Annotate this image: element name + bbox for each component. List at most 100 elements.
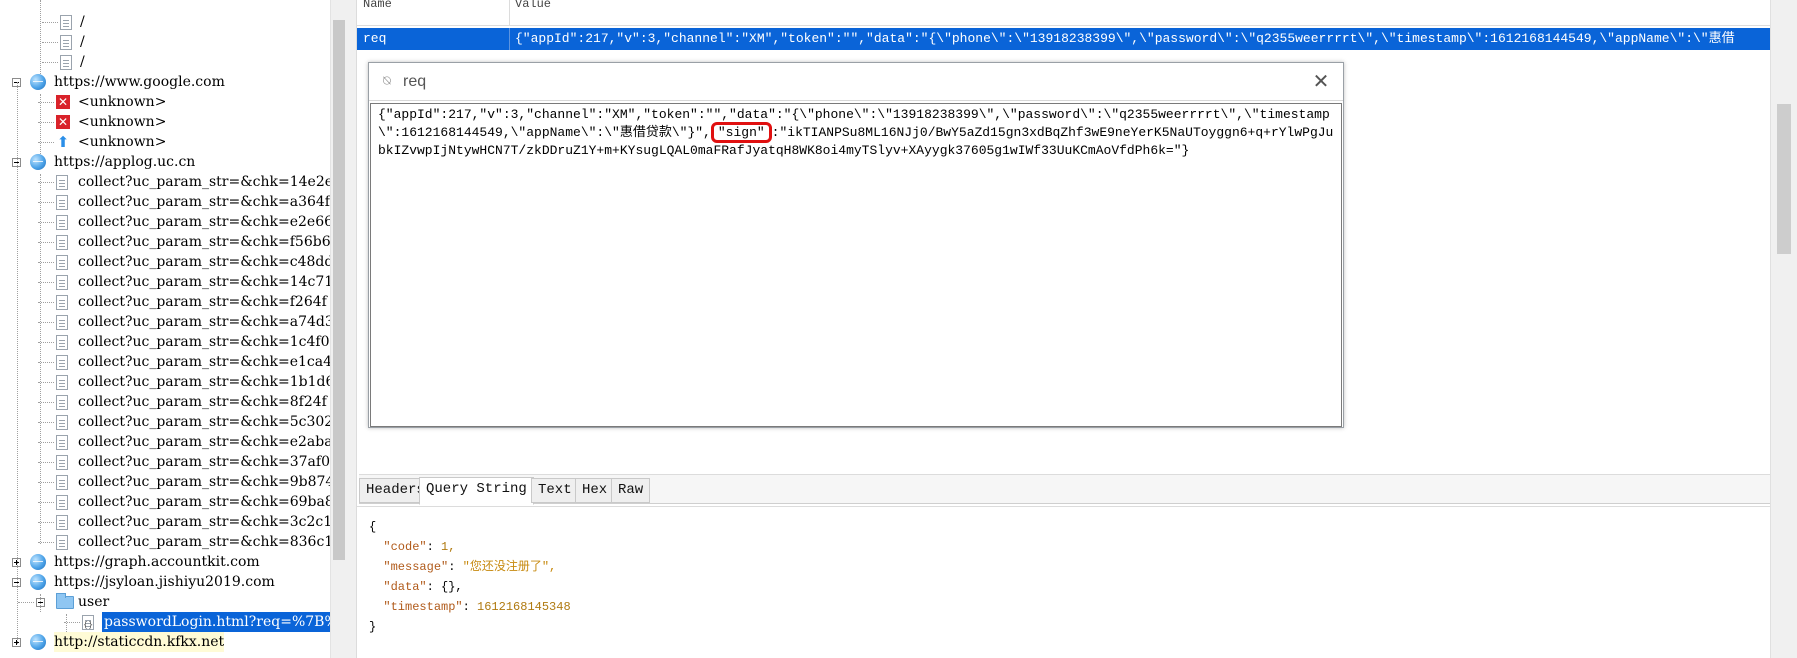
tree-item[interactable]: ✕ <unknown> (0, 112, 330, 132)
error-icon: ✕ (56, 115, 70, 129)
tree-host-node[interactable]: https://jsyloan.jishiyu2019.com (0, 572, 330, 592)
folder-icon (56, 593, 74, 609)
grid-header-name[interactable]: Name (363, 0, 392, 24)
tree-item-label: <unknown> (78, 134, 167, 150)
dialog-titlebar[interactable]: ⍉ req ✕ (369, 63, 1343, 101)
tree-item-label: http://staticcdn.kfkx.net (54, 632, 225, 652)
json-close-brace: } (369, 620, 377, 634)
json-value-timestamp: 1612168145348 (477, 600, 571, 614)
tree-item-label: https://jsyloan.jishiyu2019.com (54, 574, 275, 590)
tree-item-label: collect?uc_param_str=&chk=e2aba (78, 434, 330, 450)
tree-guide-line (40, 174, 41, 544)
tree-item[interactable]: passwordLogin.html?req=%7B%2 (0, 612, 330, 635)
tree-item[interactable]: user (0, 592, 330, 612)
tree-item[interactable]: collect?uc_param_str=&chk=f264f (0, 292, 330, 312)
tree-item[interactable]: collect?uc_param_str=&chk=8f24f (0, 392, 330, 412)
tab-query-string[interactable]: Query String (419, 477, 534, 505)
tree-item[interactable]: ⬆ <unknown> (0, 132, 330, 152)
tree-host-node[interactable]: https://graph.accountkit.com (0, 552, 330, 572)
document-icon (56, 475, 68, 490)
dialog-text-area[interactable]: {"appId":217,"v":3,"channel":"XM","token… (370, 103, 1342, 427)
document-icon (56, 295, 68, 310)
tree-item[interactable]: ✕ <unknown> (0, 92, 330, 112)
tree-item-label: collect?uc_param_str=&chk=9b874 (78, 474, 330, 490)
tree-item-label: collect?uc_param_str=&chk=14e2e (78, 174, 330, 190)
globe-icon (30, 74, 46, 90)
tree-host-node[interactable]: http://staticcdn.kfkx.net (0, 632, 330, 652)
tree-item[interactable]: collect?uc_param_str=&chk=3c2c1 (0, 512, 330, 532)
tree-item[interactable]: collect?uc_param_str=&chk=37af0 (0, 452, 330, 472)
document-icon (56, 375, 68, 390)
tree-connector (42, 62, 58, 63)
tree-host-node[interactable]: https://www.google.com (0, 72, 330, 92)
json-key-timestamp: "timestamp" (383, 600, 463, 614)
json-key-code: "code" (383, 540, 427, 554)
session-tree: / / / https://www.google.com ✕ <unknown> ✕ <unk… (0, 0, 330, 658)
tree-item[interactable]: collect?uc_param_str=&chk=1c4f0 (0, 332, 330, 352)
tree-item[interactable]: collect?uc_param_str=&chk=69ba8 (0, 492, 330, 512)
tree-item[interactable]: collect?uc_param_str=&chk=a364f (0, 192, 330, 212)
tree-item-label: collect?uc_param_str=&chk=1b1d6 (78, 374, 330, 390)
document-icon (56, 275, 68, 290)
tree-item[interactable]: collect?uc_param_str=&chk=e1ca4 (0, 352, 330, 372)
json-value-message: "您还没注册了", (462, 560, 557, 574)
tree-guide-line (40, 0, 41, 74)
value-viewer-dialog: ⍉ req ✕ {"appId":217,"v":3,"channel":"XM… (368, 62, 1344, 428)
inspector-scrollbar[interactable] (1770, 0, 1797, 658)
tree-item-label: collect?uc_param_str=&chk=3c2c1 (78, 514, 330, 530)
tree-item[interactable]: collect?uc_param_str=&chk=5c302 (0, 412, 330, 432)
tree-item[interactable]: collect?uc_param_str=&chk=836c1 (0, 532, 330, 552)
grid-column-divider[interactable] (509, 0, 510, 26)
dialog-title: req (403, 73, 427, 90)
tab-hex[interactable]: Hex (575, 478, 615, 503)
close-icon[interactable]: ✕ (1311, 71, 1331, 91)
tree-item-label: https://graph.accountkit.com (54, 554, 260, 570)
pane-splitter[interactable] (347, 0, 357, 658)
inspector-scrollbar-thumb[interactable] (1777, 104, 1791, 254)
tree-item-label: https://www.google.com (54, 74, 225, 90)
tree-item-label: collect?uc_param_str=&chk=14c71 (78, 274, 330, 290)
globe-icon (30, 634, 46, 650)
tree-item[interactable]: collect?uc_param_str=&chk=c48dd (0, 252, 330, 272)
grid-header-value[interactable]: Value (515, 0, 551, 24)
tree-item[interactable]: collect?uc_param_str=&chk=9b874 (0, 472, 330, 492)
json-value-data: {}, (441, 580, 463, 594)
tree-item-label: collect?uc_param_str=&chk=5c302 (78, 414, 330, 430)
sign-key-highlight: "sign" (710, 122, 772, 143)
json-key-message: "message" (383, 560, 449, 574)
tab-text[interactable]: Text (531, 478, 579, 503)
params-grid-header: Name Value (357, 0, 1770, 26)
tree-item[interactable]: / (0, 12, 330, 32)
tree-item-label: / (80, 14, 85, 30)
tree-item[interactable]: / (0, 32, 330, 52)
globe-icon (30, 154, 46, 170)
document-icon (56, 495, 68, 510)
tree-item-label: collect?uc_param_str=&chk=a74d3 (78, 314, 330, 330)
params-row-req[interactable]: req {"appId":217,"v":3,"channel":"XM","t… (357, 28, 1770, 50)
upload-arrow-icon: ⬆ (56, 133, 70, 151)
tree-item-label: <unknown> (78, 114, 167, 130)
tree-item[interactable]: collect?uc_param_str=&chk=f56b6 (0, 232, 330, 252)
document-icon (56, 215, 68, 230)
tree-item[interactable]: collect?uc_param_str=&chk=1b1d6 (0, 372, 330, 392)
tab-raw[interactable]: Raw (611, 478, 651, 503)
tree-item[interactable]: collect?uc_param_str=&chk=14c71 (0, 272, 330, 292)
tree-item[interactable]: collect?uc_param_str=&chk=e2e66 (0, 212, 330, 232)
globe-icon (30, 574, 46, 590)
tree-guide-line (66, 614, 67, 632)
tree-item[interactable]: collect?uc_param_str=&chk=e2aba (0, 432, 330, 452)
tree-item[interactable]: collect?uc_param_str=&chk=a74d3 (0, 312, 330, 332)
document-icon (56, 415, 68, 430)
response-json-view[interactable]: { "code": 1, "message": "您还没注册了", "data"… (357, 506, 1770, 658)
document-icon (56, 395, 68, 410)
tree-scrollbar-thumb[interactable] (333, 20, 345, 560)
tree-item-label: collect?uc_param_str=&chk=f56b6 (78, 234, 330, 250)
document-icon (60, 35, 72, 50)
tree-host-node[interactable]: https://applog.uc.cn (0, 152, 330, 172)
inspector-tabs: Headers Query String Text Hex Raw (359, 474, 1770, 505)
document-icon (56, 355, 68, 370)
tree-item[interactable]: / (0, 52, 330, 72)
document-icon (56, 435, 68, 450)
tree-scrollbar[interactable] (330, 0, 347, 658)
tree-item[interactable]: collect?uc_param_str=&chk=14e2e (0, 172, 330, 192)
